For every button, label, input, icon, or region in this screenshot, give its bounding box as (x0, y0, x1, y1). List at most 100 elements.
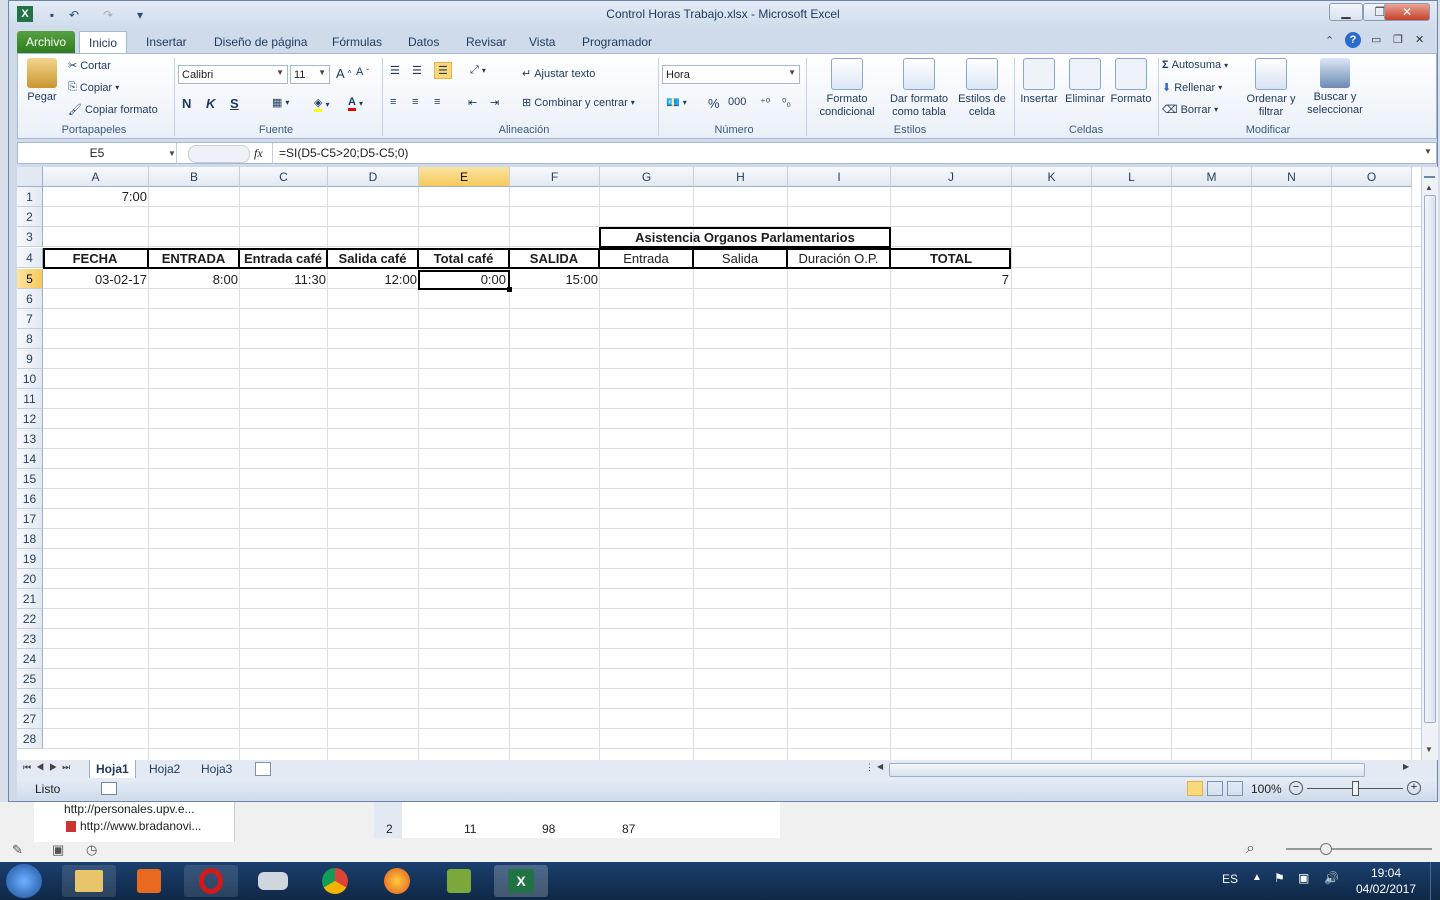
language-indicator[interactable]: ES (1222, 872, 1238, 886)
select-all-button[interactable] (17, 167, 43, 187)
wrap-text-button[interactable]: ↵ Ajustar texto (522, 67, 595, 81)
column-header-d[interactable]: D (328, 167, 419, 187)
firefox-taskbar-icon[interactable] (370, 865, 424, 897)
row-header-4[interactable]: 4 (17, 248, 43, 268)
zoom-out-icon[interactable]: − (1289, 781, 1303, 795)
thousands-button[interactable]: 000 (728, 96, 746, 108)
orientation-button[interactable]: ⤢ ▾ (470, 64, 486, 77)
column-header-e[interactable]: E (419, 167, 510, 187)
macro-record-icon[interactable] (101, 782, 117, 795)
row-header-27[interactable]: 27 (17, 709, 43, 729)
increase-indent-button[interactable]: ⇥ (490, 96, 499, 109)
insert-cells-button[interactable]: Insertar (1018, 58, 1060, 106)
row-header-5[interactable]: 5 (17, 269, 43, 289)
row-header-6[interactable]: 6 (17, 289, 43, 309)
cell-B5[interactable]: 8:00 (149, 270, 240, 290)
clear-button[interactable]: ⌫ Borrar ▾ (1162, 103, 1218, 117)
format-cells-button[interactable]: Formato (1108, 58, 1154, 106)
percent-button[interactable]: % (708, 96, 720, 111)
page-layout-view-icon[interactable] (1207, 781, 1223, 796)
cell-H4[interactable]: Salida (694, 249, 788, 269)
background-link[interactable]: http://www.bradanovi... (80, 819, 201, 833)
expand-formula-icon[interactable]: ▼ (1424, 147, 1432, 156)
italic-button[interactable]: K (206, 96, 215, 111)
qgis-taskbar-icon[interactable] (432, 865, 486, 897)
scroll-left-icon[interactable]: ◀ (877, 762, 883, 771)
row-header-25[interactable]: 25 (17, 669, 43, 689)
start-button[interactable] (6, 864, 42, 898)
page-break-view-icon[interactable] (1227, 781, 1243, 796)
network-icon[interactable]: ▣ (1298, 871, 1309, 885)
tab-archivo[interactable]: Archivo (17, 31, 76, 53)
close-button[interactable]: ✕ (1384, 3, 1430, 21)
cell-styles-button[interactable]: Estilos de celda (954, 58, 1010, 119)
row-header-20[interactable]: 20 (17, 569, 43, 589)
zoom-thumb[interactable] (1320, 843, 1332, 855)
align-center-button[interactable]: ≡ (412, 96, 418, 108)
collapse-ribbon-icon[interactable]: ⌃ (1325, 34, 1334, 47)
formula-input[interactable]: =SI(D5-C5>20;D5-C5;0) (272, 143, 1429, 163)
cell-E5-active[interactable]: 0:00 (418, 270, 510, 290)
tab-datos[interactable]: Datos (399, 31, 448, 53)
tab-split-icon[interactable]: ⋮ (865, 762, 874, 773)
split-box[interactable] (1424, 170, 1435, 178)
column-header-g[interactable]: G (600, 167, 694, 187)
clock-date[interactable]: 04/02/2017 (1354, 882, 1418, 896)
sheet-tab-hoja2[interactable]: Hoja2 (143, 760, 186, 778)
background-link[interactable]: http://personales.upv.e... (64, 802, 195, 816)
column-header-j[interactable]: J (891, 167, 1012, 187)
cell-C5[interactable]: 11:30 (240, 270, 328, 290)
format-painter-button[interactable]: 🖌 Copiar formato (68, 103, 158, 117)
cell-I4[interactable]: Duración O.P. (788, 249, 891, 269)
tab-diseno-pagina[interactable]: Diseño de página (205, 31, 316, 53)
row-header-9[interactable]: 9 (17, 349, 43, 369)
tab-programador[interactable]: Programador (573, 31, 661, 53)
zoom-icon[interactable]: ⌕ (1246, 840, 1255, 858)
doc-minimize-icon[interactable]: ▭ (1371, 33, 1381, 46)
currency-button[interactable]: 💶 ▾ (666, 96, 687, 109)
row-header-3[interactable]: 3 (17, 227, 43, 247)
flag-icon[interactable]: ⚑ (1274, 871, 1285, 885)
cut-button[interactable]: ✂ Cortar (68, 59, 111, 73)
pen-icon[interactable]: ✎ (12, 842, 23, 858)
volume-icon[interactable]: 🔊 (1324, 871, 1339, 885)
doc-restore-icon[interactable]: ❐ (1393, 33, 1403, 46)
align-left-button[interactable]: ≡ (390, 96, 396, 108)
tab-revisar[interactable]: Revisar (457, 31, 516, 53)
row-header-10[interactable]: 10 (17, 369, 43, 389)
number-format-select[interactable]: Hora ▼ (662, 65, 800, 84)
clock-icon[interactable]: ◷ (86, 842, 97, 858)
scroll-down-icon[interactable]: ▼ (1425, 745, 1433, 754)
row-header-21[interactable]: 21 (17, 589, 43, 609)
column-header-f[interactable]: F (510, 167, 600, 187)
zoom-in-icon[interactable]: + (1407, 781, 1421, 795)
paste-button[interactable]: Pegar (22, 58, 62, 104)
worksheet-grid[interactable]: ABCDEFGHIJKLMNO 1 2 3 4 5 6 7 8 9 10 11 12 13 14 15 16 1… (17, 167, 1421, 760)
formula-cancel-enter[interactable] (188, 145, 250, 163)
row-header-17[interactable]: 17 (17, 509, 43, 529)
page-icon[interactable]: ▣ (52, 842, 64, 858)
find-select-button[interactable]: Buscar y seleccionar (1300, 58, 1370, 117)
cell-J5[interactable]: 7 (891, 270, 1011, 290)
column-header-i[interactable]: I (788, 167, 891, 187)
row-header-8[interactable]: 8 (17, 329, 43, 349)
zoom-level[interactable]: 100% (1251, 782, 1282, 796)
column-header-c[interactable]: C (240, 167, 328, 187)
row-header-28[interactable]: 28 (17, 729, 43, 749)
insert-function-button[interactable]: fx (254, 146, 263, 161)
cell-D5[interactable]: 12:00 (328, 270, 419, 290)
sort-filter-button[interactable]: Ordenar y filtrar (1246, 58, 1296, 119)
show-desktop-button[interactable] (1430, 862, 1440, 900)
row-header-14[interactable]: 14 (17, 449, 43, 469)
sheet-tab-hoja1[interactable]: Hoja1 (89, 760, 136, 779)
column-header-a[interactable]: A (43, 167, 149, 187)
cell-A5[interactable]: 03-02-17 (43, 270, 149, 290)
sheet-tab-hoja3[interactable]: Hoja3 (195, 760, 238, 778)
grow-font-button[interactable]: A ^ (336, 66, 351, 81)
copy-button[interactable]: ⎘ Copiar ▾ (68, 81, 119, 94)
cell-G3-merged[interactable]: Asistencia Organos Parlamentarios (599, 227, 891, 248)
cell-A4[interactable]: FECHA (43, 249, 149, 269)
row-header-1[interactable]: 1 (17, 187, 43, 207)
normal-view-icon[interactable] (1187, 781, 1203, 796)
cell-F5[interactable]: 15:00 (510, 270, 600, 290)
